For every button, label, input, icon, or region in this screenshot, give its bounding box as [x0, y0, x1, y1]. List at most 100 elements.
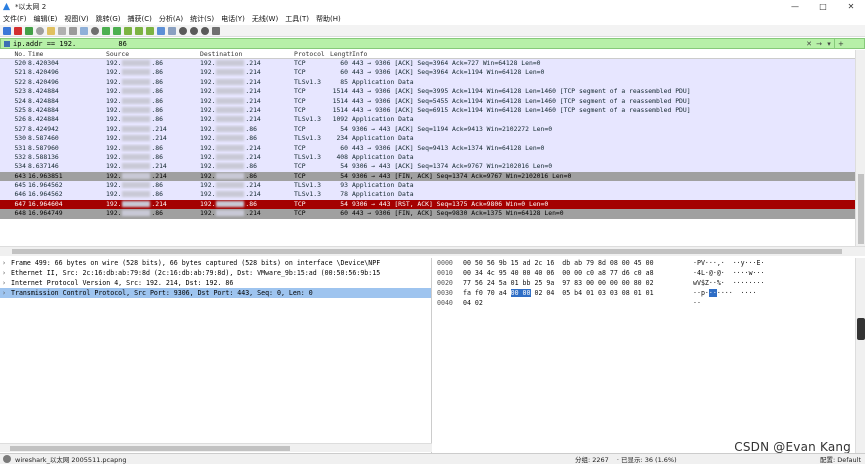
packet-row[interactable]: 645 16.964562 192. .86 192. .214 TLSv1.3 93 Appl…: [0, 181, 855, 191]
details-scroll-thumb[interactable]: [10, 446, 290, 451]
autoscroll-icon[interactable]: [157, 26, 165, 35]
byte-hex[interactable]: 00 50 56 9b 15 ad 2c 16 db ab 79 8d 08 0…: [463, 259, 693, 267]
menu-statistics[interactable]: 统计(S): [190, 14, 214, 24]
resize-columns-icon[interactable]: [212, 26, 220, 35]
packet-time: 8.587960: [28, 143, 59, 152]
expand-arrow-icon[interactable]: ›: [2, 279, 11, 287]
normal-size-icon[interactable]: [201, 26, 209, 35]
col-protocol[interactable]: Protocol: [294, 50, 330, 58]
zoom-out-icon[interactable]: [190, 26, 198, 35]
menu-wireless[interactable]: 无线(W): [252, 14, 278, 24]
side-panel-handle[interactable]: [857, 318, 865, 340]
menu-capture[interactable]: 捕获(C): [128, 14, 152, 24]
hscrollbar-thumb[interactable]: [12, 249, 842, 254]
restart-capture-icon[interactable]: [25, 26, 33, 35]
close-button[interactable]: ✕: [837, 0, 865, 13]
packet-row[interactable]: 646 16.964562 192. .86 192. .214 TLSv1.3 78 Appl…: [0, 190, 855, 200]
packet-row[interactable]: 534 8.637146 192. .214 192. .86 TCP 54 9306 → 44…: [0, 162, 855, 172]
reload-icon[interactable]: [80, 26, 88, 35]
expert-info-icon[interactable]: [3, 455, 11, 463]
scrollbar-thumb[interactable]: [858, 174, 864, 244]
detail-ip[interactable]: › Internet Protocol Version 4, Src: 192. …: [0, 278, 431, 288]
bytes-row[interactable]: 0040 04 02 ··: [433, 298, 855, 308]
start-capture-icon[interactable]: [3, 26, 11, 35]
packet-list-scrollbar[interactable]: [855, 50, 865, 246]
col-length[interactable]: Length: [330, 50, 352, 58]
filter-history-dropdown[interactable]: ▾: [824, 39, 834, 48]
clear-filter-button[interactable]: ✕: [804, 39, 814, 48]
byte-hex[interactable]: 00 34 4c 95 40 00 40 06 00 00 c0 a8 77 d…: [463, 269, 693, 277]
go-to-packet-icon[interactable]: [124, 26, 132, 35]
menu-help[interactable]: 帮助(H): [316, 14, 341, 24]
byte-ascii[interactable]: ··p······· ····: [693, 289, 793, 297]
byte-ascii[interactable]: ··: [693, 299, 793, 307]
packet-row[interactable]: 525 8.424884 192. .86 192. .214 TCP 1514 443 → 9…: [0, 105, 855, 116]
byte-ascii[interactable]: ·PV···,· ··y···E·: [693, 259, 793, 267]
save-file-icon[interactable]: [58, 26, 66, 35]
byte-hex[interactable]: fa f0 70 a4 00 00 02 04 05 b4 01 03 03 0…: [463, 289, 693, 297]
packet-row[interactable]: 520 8.420304 192. .86 192. .214 TCP 60 443 → 930…: [0, 59, 855, 69]
packet-row[interactable]: 531 8.587960 192. .86 192. .214 TCP 60 443 → 930…: [0, 143, 855, 153]
byte-hex[interactable]: 77 56 24 5a 01 bb 25 9a 97 83 00 00 00 0…: [463, 279, 693, 287]
display-filter-input[interactable]: ip.addr == 192. 86: [13, 40, 804, 48]
bytes-row[interactable]: 0010 00 34 4c 95 40 00 40 06 00 00 c0 a8 …: [433, 268, 855, 278]
close-file-icon[interactable]: [69, 26, 77, 35]
col-no[interactable]: No.: [0, 50, 28, 58]
packet-row[interactable]: 647 16.964604 192. .214 192. .86 TCP 54 9306 → 4…: [0, 199, 855, 210]
colorize-icon[interactable]: [168, 26, 176, 35]
packet-row[interactable]: 522 8.420496 192. .86 192. .214 TLSv1.3 85 Appli…: [0, 77, 855, 88]
add-filter-button[interactable]: +: [834, 39, 864, 48]
menu-go[interactable]: 跳转(G): [96, 14, 121, 24]
go-forward-icon[interactable]: [113, 26, 121, 35]
expand-arrow-icon[interactable]: ›: [2, 269, 11, 277]
col-time[interactable]: Time: [28, 50, 106, 58]
packet-row[interactable]: 523 8.424884 192. .86 192. .214 TCP 1514 443 → 9…: [0, 87, 855, 97]
packet-row[interactable]: 526 8.424884 192. .86 192. .214 TLSv1.3 1092 App…: [0, 115, 855, 125]
expand-arrow-icon[interactable]: ›: [2, 289, 11, 297]
bytes-row[interactable]: 0030 fa f0 70 a4 00 00 02 04 05 b4 01 03 …: [433, 288, 855, 298]
byte-ascii[interactable]: ·4L·@·@· ····w···: [693, 269, 793, 277]
packet-row[interactable]: 524 8.424884 192. .86 192. .214 TCP 1514 443 → 9…: [0, 96, 855, 106]
capture-options-icon[interactable]: [36, 26, 44, 35]
zoom-in-icon[interactable]: [179, 26, 187, 35]
stop-capture-icon[interactable]: [14, 26, 22, 35]
byte-ascii[interactable]: wV$Z··%· ········: [693, 279, 793, 287]
expand-arrow-icon[interactable]: ›: [2, 259, 11, 267]
detail-ethernet[interactable]: › Ethernet II, Src: 2c:16:db:ab:79:8d (2c…: [0, 268, 431, 278]
apply-filter-button[interactable]: →: [814, 39, 824, 48]
bookmark-icon[interactable]: [3, 40, 11, 48]
packet-row[interactable]: 532 8.588136 192. .86 192. .214 TLSv1.3 408 Appl…: [0, 152, 855, 163]
maximize-button[interactable]: □: [809, 0, 837, 13]
bytes-row[interactable]: 0020 77 56 24 5a 01 bb 25 9a 97 83 00 00 …: [433, 278, 855, 288]
packet-row[interactable]: 521 8.420496 192. .86 192. .214 TCP 60 443 → 930…: [0, 68, 855, 78]
packet-row[interactable]: 530 8.587460 192. .214 192. .86 TLSv1.3 234 Appl…: [0, 134, 855, 144]
destination-prefix: 192.: [200, 152, 216, 161]
minimize-button[interactable]: —: [781, 0, 809, 13]
first-packet-icon[interactable]: [135, 26, 143, 35]
packet-length: 54: [340, 162, 348, 171]
byte-hex[interactable]: 04 02: [463, 299, 693, 307]
last-packet-icon[interactable]: [146, 26, 154, 35]
menu-tools[interactable]: 工具(T): [285, 14, 309, 24]
menu-edit[interactable]: 编辑(E): [34, 14, 58, 24]
col-destination[interactable]: Destination: [200, 50, 294, 58]
bytes-scrollbar[interactable]: [855, 258, 865, 453]
bytes-row[interactable]: 0000 00 50 56 9b 15 ad 2c 16 db ab 79 8d …: [433, 258, 855, 268]
detail-frame[interactable]: › Frame 499: 66 bytes on wire (528 bits),…: [0, 258, 431, 268]
packet-row[interactable]: 527 8.424942 192. .214 192. .86 TCP 54 9306 → 44…: [0, 124, 855, 135]
packet-row[interactable]: 643 16.963851 192. .214 192. .86 TCP 54 9306 → 4…: [0, 171, 855, 182]
detail-tcp[interactable]: › Transmission Control Protocol, Src Port…: [0, 288, 431, 298]
go-back-icon[interactable]: [102, 26, 110, 35]
open-file-icon[interactable]: [47, 26, 55, 35]
details-hscrollbar[interactable]: [0, 443, 432, 452]
packet-list-hscrollbar[interactable]: [0, 246, 865, 256]
find-packet-icon[interactable]: [91, 26, 99, 35]
col-info[interactable]: Info: [352, 50, 855, 58]
profile-label[interactable]: 配置: Default: [820, 454, 861, 464]
col-source[interactable]: Source: [106, 50, 200, 58]
packet-row[interactable]: 648 16.964749 192. .86 192. .214 TCP 60 443 → 93…: [0, 209, 855, 219]
menu-analyze[interactable]: 分析(A): [159, 14, 183, 24]
menu-view[interactable]: 视图(V): [64, 14, 88, 24]
menu-file[interactable]: 文件(F): [3, 14, 27, 24]
menu-telephony[interactable]: 电话(Y): [221, 14, 245, 24]
